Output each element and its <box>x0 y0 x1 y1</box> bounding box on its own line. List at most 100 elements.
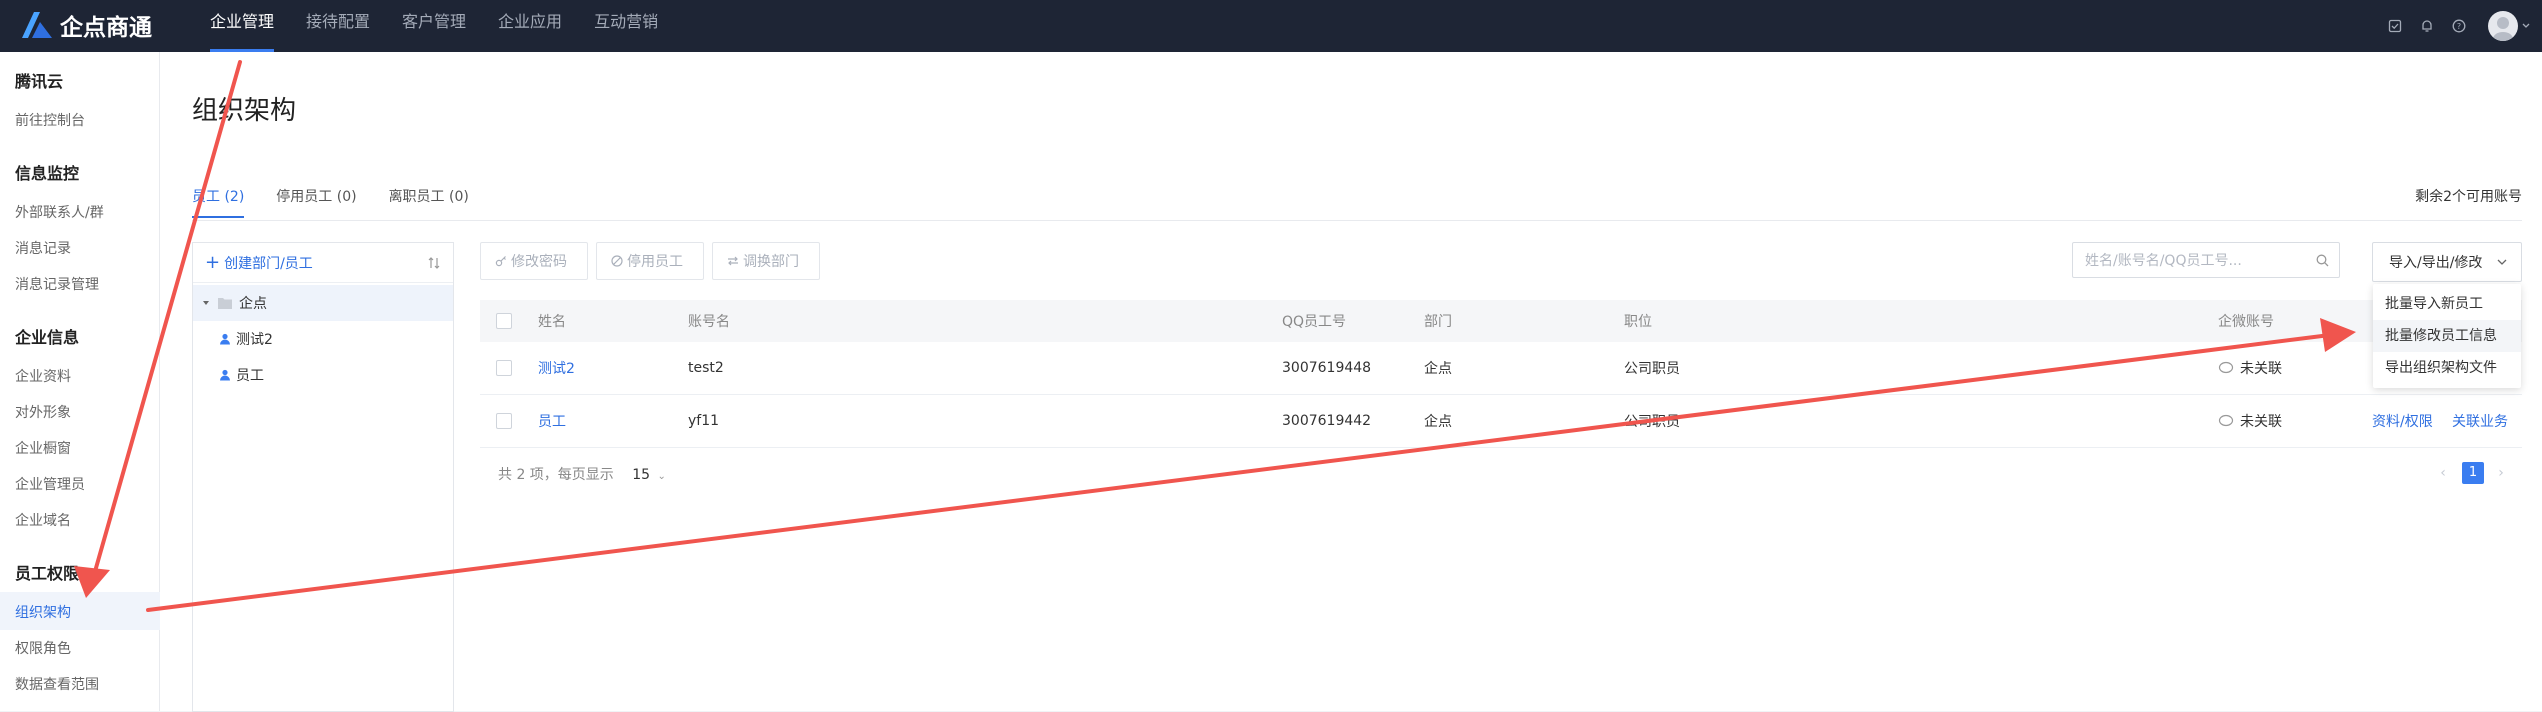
sidebar-group-staff-permissions: 员工权限 <box>15 564 80 583</box>
org-tree-panel: + 创建部门/员工 企点 测试2 员工 <box>192 242 454 712</box>
nav-enterprise-management[interactable]: 企业管理 <box>210 0 275 52</box>
help-icon[interactable]: ? <box>2452 19 2466 33</box>
brand-logo[interactable]: 企点商通 <box>20 8 152 42</box>
wework-status: 未关联 <box>2218 411 2282 431</box>
tree-node-member-label: 测试2 <box>236 332 273 348</box>
row-checkbox[interactable] <box>496 360 512 376</box>
bell-icon[interactable] <box>2420 19 2434 33</box>
qq-number: 3007619442 <box>1282 413 1372 429</box>
page-size-select[interactable]: 15 ⌄ <box>632 467 666 483</box>
table-header: 姓名 账号名 QQ员工号 部门 职位 企微账号 <box>480 300 2522 342</box>
sidebar-item-domain[interactable]: 企业域名 <box>15 510 71 530</box>
nav-reception-config[interactable]: 接待配置 <box>306 0 370 52</box>
page-title: 组织架构 <box>192 96 297 126</box>
sidebar-item-enterprise-profile[interactable]: 企业资料 <box>15 366 71 386</box>
sidebar-item-messages[interactable]: 消息记录 <box>15 238 71 258</box>
sidebar-item-permission-roles[interactable]: 权限角色 <box>15 638 71 658</box>
import-export-label: 导入/导出/修改 <box>2389 255 2483 271</box>
staff-name-link[interactable]: 员工 <box>538 411 566 431</box>
page-number-current[interactable]: 1 <box>2462 462 2484 484</box>
next-page-button[interactable]: › <box>2490 462 2512 484</box>
sidebar-item-showcase[interactable]: 企业橱窗 <box>15 438 71 458</box>
position: 公司职员 <box>1624 361 1680 377</box>
tree-node-root[interactable]: 企点 <box>193 285 453 321</box>
profile-permission-link[interactable]: 资料/权限 <box>2372 411 2433 431</box>
department: 企点 <box>1424 414 1452 430</box>
sort-icon[interactable] <box>427 256 441 270</box>
staff-search-input[interactable]: 姓名/账号名/QQ员工号... <box>2072 242 2340 278</box>
sidebar-item-data-scope[interactable]: 数据查看范围 <box>15 674 99 694</box>
tree-node-member[interactable]: 测试2 <box>193 321 453 357</box>
sidebar-item-administrators[interactable]: 企业管理员 <box>15 474 85 494</box>
create-dept-staff-button[interactable]: + 创建部门/员工 <box>193 243 453 283</box>
table-row: 员工 yf11 3007619442 企点 公司职员 未关联 资料/权限 关联业… <box>480 395 2522 448</box>
tab-disabled-staff[interactable]: 停用员工 (0) <box>276 186 356 216</box>
sidebar-item-console[interactable]: 前往控制台 <box>15 110 85 130</box>
account-name: test2 <box>688 360 724 376</box>
select-all-checkbox[interactable] <box>496 313 512 329</box>
import-export-menu: 批量导入新员工 批量修改员工信息 导出组织架构文件 <box>2373 284 2521 388</box>
wework-status-label: 未关联 <box>2240 414 2282 430</box>
search-placeholder: 姓名/账号名/QQ员工号... <box>2085 253 2242 269</box>
remaining-accounts: 剩余2个可用账号 <box>2415 189 2522 205</box>
chevron-down-icon[interactable] <box>2522 23 2530 29</box>
link-business-link[interactable]: 关联业务 <box>2452 411 2508 431</box>
chat-bubble-icon <box>2218 361 2234 374</box>
disable-staff-label: 停用员工 <box>627 254 683 270</box>
sidebar: 腾讯云 前往控制台 信息监控 外部联系人/群 消息记录 消息记录管理 企业信息 … <box>0 52 160 711</box>
header-position: 职位 <box>1624 314 1652 330</box>
disable-staff-button[interactable]: 停用员工 <box>596 242 704 280</box>
user-avatar[interactable] <box>2488 11 2518 41</box>
account-name: yf11 <box>688 413 720 429</box>
user-icon <box>220 333 230 345</box>
header-name: 姓名 <box>538 314 566 330</box>
header-dept: 部门 <box>1424 314 1452 330</box>
sidebar-item-message-management[interactable]: 消息记录管理 <box>15 274 99 294</box>
position: 公司职员 <box>1624 414 1680 430</box>
plus-icon: + <box>205 251 221 273</box>
header-account: 账号名 <box>688 314 730 330</box>
swap-icon <box>728 256 738 266</box>
main-nav: 企业管理 接待配置 客户管理 企业应用 互动营销 <box>210 0 690 52</box>
brand-name: 企点商通 <box>60 15 152 41</box>
tree-node-member[interactable]: 员工 <box>193 357 453 393</box>
pagination-total: 共 2 项，每页显示 <box>498 467 614 483</box>
staff-tabs: 员工 (2) 停用员工 (0) 离职员工 (0) <box>192 186 501 218</box>
nav-interactive-marketing[interactable]: 互动营销 <box>594 0 658 52</box>
transfer-dept-button[interactable]: 调换部门 <box>712 242 820 280</box>
header-qq: QQ员工号 <box>1282 314 1347 330</box>
row-checkbox[interactable] <box>496 413 512 429</box>
search-icon[interactable] <box>2316 254 2329 267</box>
sidebar-group-monitoring: 信息监控 <box>15 164 80 183</box>
main-content: 组织架构 员工 (2) 停用员工 (0) 离职员工 (0) 剩余2个可用账号 +… <box>160 52 2542 712</box>
sidebar-group-tencent-cloud: 腾讯云 <box>15 72 64 91</box>
menu-bulk-import[interactable]: 批量导入新员工 <box>2373 288 2521 320</box>
import-export-dropdown[interactable]: 导入/导出/修改 <box>2372 242 2522 282</box>
logo-icon <box>20 10 54 40</box>
user-icon <box>220 369 230 381</box>
folder-icon <box>218 298 232 309</box>
sidebar-item-external-contacts[interactable]: 外部联系人/群 <box>15 202 104 222</box>
department: 企点 <box>1424 361 1452 377</box>
tree-node-member-label: 员工 <box>236 368 264 384</box>
prev-page-button[interactable]: ‹ <box>2432 462 2454 484</box>
tab-staff[interactable]: 员工 (2) <box>192 186 245 218</box>
chevron-down-icon <box>2497 259 2507 265</box>
transfer-dept-label: 调换部门 <box>743 254 799 270</box>
staff-name-link[interactable]: 测试2 <box>538 358 575 378</box>
menu-bulk-edit[interactable]: 批量修改员工信息 <box>2373 320 2521 352</box>
edit-password-button[interactable]: 修改密码 <box>480 242 588 280</box>
top-right-icons: ? <box>2370 0 2530 52</box>
sidebar-item-org-structure[interactable]: 组织架构 <box>15 602 71 622</box>
nav-enterprise-apps[interactable]: 企业应用 <box>498 0 562 52</box>
task-check-icon[interactable] <box>2388 19 2402 33</box>
sidebar-item-public-image[interactable]: 对外形象 <box>15 402 71 422</box>
tabs-divider <box>192 220 2522 221</box>
nav-customer-management[interactable]: 客户管理 <box>402 0 466 52</box>
table-row: 测试2 test2 3007619448 企点 公司职员 未关联 <box>480 342 2522 395</box>
caret-down-icon[interactable] <box>201 298 211 308</box>
key-icon <box>495 256 506 267</box>
tree-node-root-label: 企点 <box>239 296 267 312</box>
tab-resigned-staff[interactable]: 离职员工 (0) <box>389 186 469 216</box>
menu-export-structure[interactable]: 导出组织架构文件 <box>2373 352 2521 384</box>
